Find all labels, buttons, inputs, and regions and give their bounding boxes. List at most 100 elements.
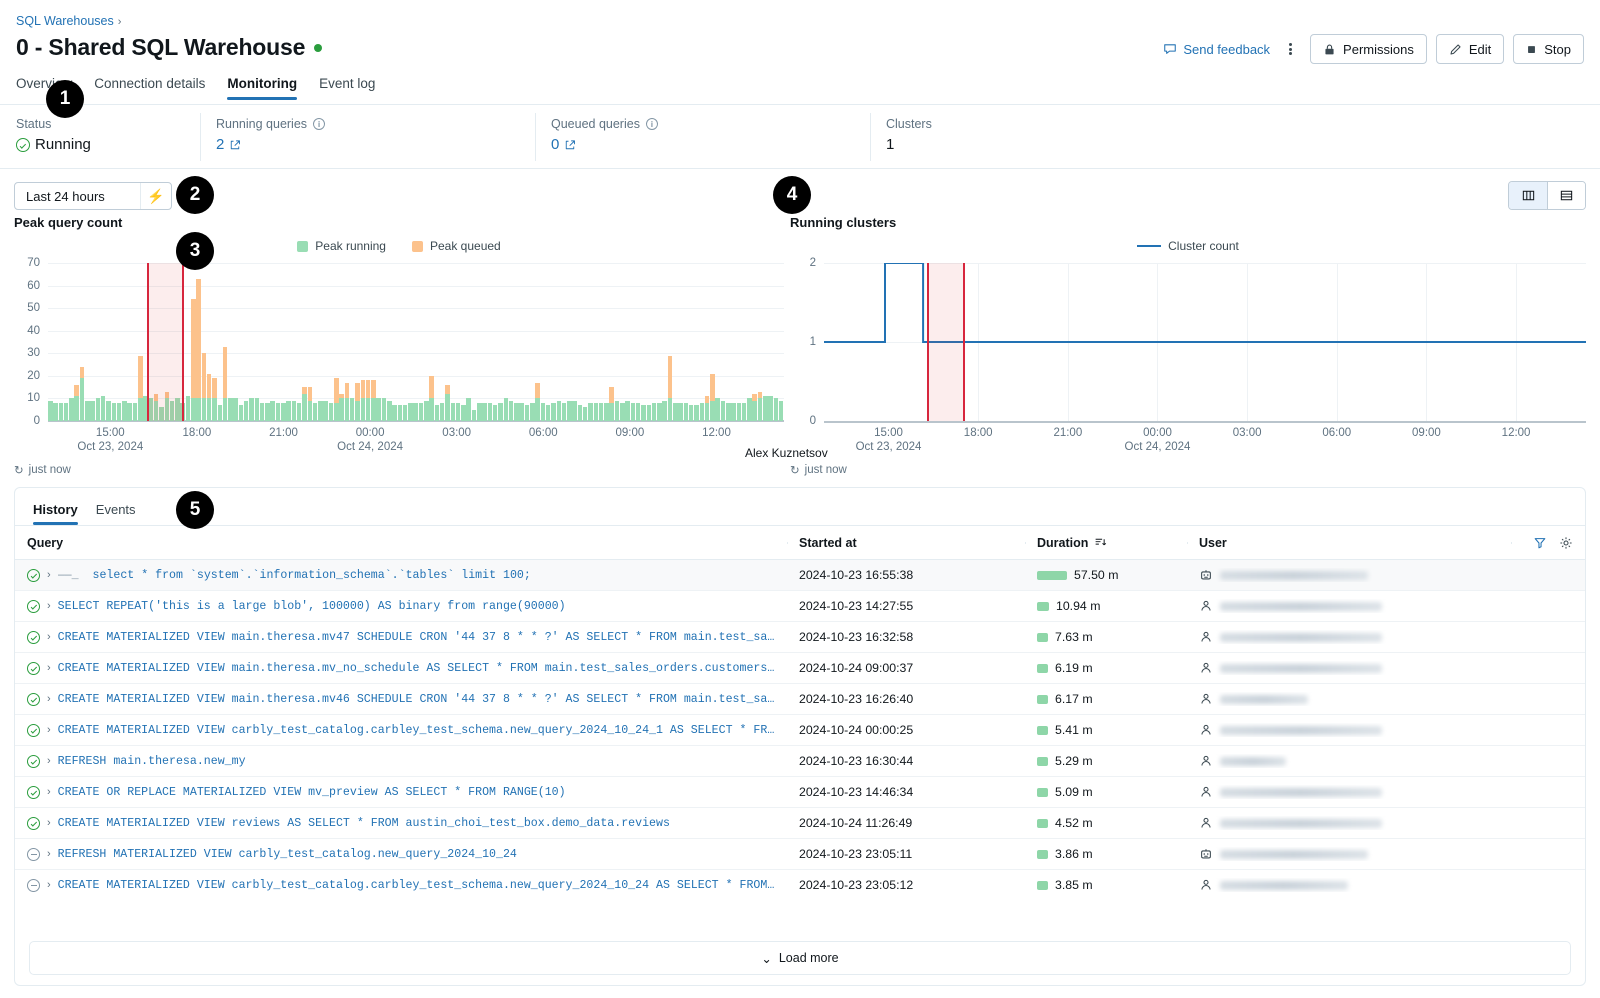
bar[interactable]: [79, 263, 85, 421]
cell-query[interactable]: › CREATE OR REPLACE MATERIALIZED VIEW mv_…: [15, 785, 787, 799]
bar[interactable]: [371, 263, 376, 421]
bar[interactable]: [328, 263, 334, 421]
column-header-query[interactable]: Query: [15, 536, 787, 550]
legend-item-peak-queued[interactable]: Peak queued: [411, 239, 501, 253]
bar[interactable]: [731, 263, 736, 421]
load-more-button[interactable]: ⌄ Load more: [29, 941, 1571, 975]
bar[interactable]: [477, 263, 482, 421]
stat-running-queries-value-row[interactable]: 2: [216, 136, 517, 153]
bar[interactable]: [365, 263, 371, 421]
bar[interactable]: [455, 263, 461, 421]
bar[interactable]: [185, 263, 191, 421]
column-header-user[interactable]: User: [1187, 536, 1511, 550]
bar[interactable]: [535, 263, 540, 421]
bar[interactable]: [471, 263, 477, 421]
table-row[interactable]: › CREATE MATERIALIZED VIEW carbly_test_ca…: [15, 870, 1585, 892]
bar[interactable]: [381, 263, 387, 421]
bar[interactable]: [763, 263, 768, 421]
expand-row-chevron-icon[interactable]: ›: [47, 817, 51, 829]
bar[interactable]: [641, 263, 646, 421]
legend-item-cluster-count[interactable]: Cluster count: [1137, 239, 1239, 253]
bar[interactable]: [259, 263, 265, 421]
cell-query[interactable]: › SELECT REPEAT('this is a large blob', 1…: [15, 599, 787, 613]
bar[interactable]: [450, 263, 456, 421]
tab-event-log[interactable]: Event log: [319, 76, 375, 100]
expand-row-chevron-icon[interactable]: ›: [47, 879, 51, 891]
bar[interactable]: [556, 263, 561, 421]
bar[interactable]: [95, 263, 101, 421]
bar[interactable]: [593, 263, 599, 421]
bar[interactable]: [228, 263, 233, 421]
expand-row-chevron-icon[interactable]: ›: [47, 724, 51, 736]
table-row[interactable]: › CREATE MATERIALIZED VIEW carbly_test_ca…: [15, 715, 1585, 746]
expand-row-chevron-icon[interactable]: ›: [47, 755, 51, 767]
bar[interactable]: [572, 263, 577, 421]
bar[interactable]: [487, 263, 493, 421]
bar[interactable]: [296, 263, 302, 421]
bar[interactable]: [715, 263, 720, 421]
bar[interactable]: [524, 263, 530, 421]
bar[interactable]: [307, 263, 313, 421]
bar[interactable]: [138, 263, 143, 421]
bar[interactable]: [212, 263, 217, 421]
bar[interactable]: [222, 263, 228, 421]
table-row[interactable]: › ——_ select * from `system`.`information…: [15, 560, 1585, 591]
table-row[interactable]: › CREATE MATERIALIZED VIEW main.theresa.m…: [15, 684, 1585, 715]
lightning-icon[interactable]: ⚡: [141, 188, 171, 205]
bar[interactable]: [503, 263, 509, 421]
more-options-button[interactable]: [1279, 36, 1301, 62]
column-header-duration[interactable]: Duration: [1025, 536, 1187, 550]
bar[interactable]: [551, 263, 556, 421]
cell-query[interactable]: › REFRESH MATERIALIZED VIEW carbly_test_c…: [15, 847, 787, 861]
bar[interactable]: [286, 263, 291, 421]
bar[interactable]: [339, 263, 344, 421]
bar[interactable]: [58, 263, 64, 421]
stat-queued-queries-value-row[interactable]: 0: [551, 136, 852, 153]
edit-button[interactable]: Edit: [1435, 34, 1505, 64]
bar[interactable]: [90, 263, 95, 421]
bar[interactable]: [122, 263, 127, 421]
table-row[interactable]: › CREATE MATERIALIZED VIEW reviews AS SEL…: [15, 808, 1585, 839]
bar[interactable]: [249, 263, 254, 421]
bar[interactable]: [413, 263, 418, 421]
bar[interactable]: [318, 263, 323, 421]
legend-item-peak-running[interactable]: Peak running: [297, 239, 386, 253]
bar[interactable]: [243, 263, 249, 421]
bar[interactable]: [116, 263, 122, 421]
cell-query[interactable]: › CREATE MATERIALIZED VIEW main.theresa.m…: [15, 661, 787, 675]
bar[interactable]: [217, 263, 222, 421]
bar[interactable]: [530, 263, 535, 421]
table-row[interactable]: › REFRESH MATERIALIZED VIEW carbly_test_c…: [15, 839, 1585, 870]
bar[interactable]: [270, 263, 275, 421]
bar[interactable]: [254, 263, 260, 421]
bar[interactable]: [291, 263, 297, 421]
bar[interactable]: [704, 263, 710, 421]
bar[interactable]: [561, 263, 567, 421]
cell-query[interactable]: › ——_ select * from `system`.`information…: [15, 568, 787, 582]
bar[interactable]: [662, 263, 667, 421]
bar[interactable]: [630, 263, 636, 421]
bar[interactable]: [312, 263, 318, 421]
selection-band[interactable]: [926, 263, 965, 421]
bar[interactable]: [699, 263, 705, 421]
bar[interactable]: [106, 263, 111, 421]
expand-row-chevron-icon[interactable]: ›: [47, 848, 51, 860]
query-table-body[interactable]: › ——_ select * from `system`.`information…: [15, 560, 1585, 892]
bar[interactable]: [466, 263, 471, 421]
bar[interactable]: [238, 263, 244, 421]
bar[interactable]: [334, 263, 339, 421]
cell-query[interactable]: › CREATE MATERIALIZED VIEW carbly_test_ca…: [15, 723, 787, 737]
cell-query[interactable]: › REFRESH main.theresa.new_my: [15, 754, 787, 768]
bar[interactable]: [726, 263, 731, 421]
bar[interactable]: [736, 263, 742, 421]
bar[interactable]: [545, 263, 551, 421]
table-row[interactable]: › CREATE MATERIALIZED VIEW main.theresa.m…: [15, 622, 1585, 653]
bar[interactable]: [397, 263, 403, 421]
bar[interactable]: [439, 263, 445, 421]
bar[interactable]: [48, 263, 53, 421]
bar[interactable]: [74, 263, 79, 421]
bar[interactable]: [196, 263, 201, 421]
expand-row-chevron-icon[interactable]: ›: [47, 693, 51, 705]
bar[interactable]: [498, 263, 503, 421]
expand-row-chevron-icon[interactable]: ›: [47, 631, 51, 643]
